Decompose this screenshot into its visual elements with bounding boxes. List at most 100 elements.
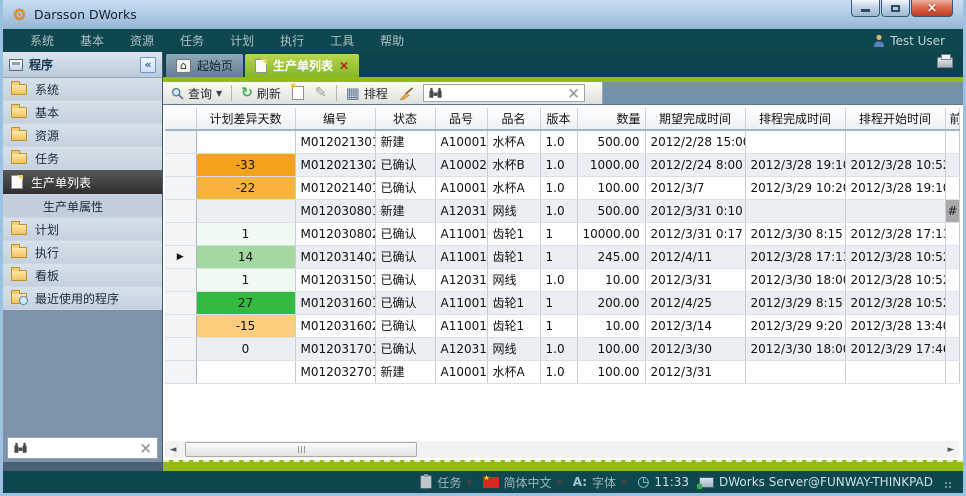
sidebar-item[interactable]: 任务 xyxy=(3,147,162,170)
row-selector[interactable] xyxy=(165,199,196,222)
column-header-item_name[interactable]: 品名 xyxy=(487,108,540,130)
table-row[interactable]: M012030801新建A12031网线1.0500.002012/3/31 0… xyxy=(165,199,959,222)
cell-status: 新建 xyxy=(375,199,435,222)
table-row[interactable]: -22M012021401已确认A10001水杯A1.0100.002012/3… xyxy=(165,176,959,199)
toolbar-search-input[interactable] xyxy=(447,86,563,100)
cell-qty: 10.00 xyxy=(577,268,645,291)
scrollbar-thumb[interactable] xyxy=(185,442,417,457)
status-language[interactable]: 简体中文 ▼ xyxy=(483,474,563,491)
sidebar-item[interactable]: 系统 xyxy=(3,78,162,101)
table-row[interactable]: M012021301新建A10001水杯A1.0500.002012/2/28 … xyxy=(165,130,959,153)
close-button[interactable]: × xyxy=(911,0,953,17)
sidebar-item[interactable]: 生产单列表 xyxy=(3,170,162,195)
cell-sched_end: 2012/3/30 8:15 xyxy=(745,222,845,245)
language-caret-icon: ▼ xyxy=(557,478,563,487)
minimize-button[interactable] xyxy=(851,0,880,17)
cell-diff: -33 xyxy=(196,153,295,176)
table-row[interactable]: 1M012031501已确认A12031网线1.010.002012/3/312… xyxy=(165,268,959,291)
refresh-button[interactable]: ↻ 刷新 xyxy=(237,84,285,103)
sidebar-collapse-button[interactable]: « xyxy=(140,57,156,73)
sidebar-item[interactable]: 计划 xyxy=(3,218,162,241)
table-row[interactable]: M012032701新建A10001水杯A1.0100.002012/3/31 xyxy=(165,360,959,383)
clean-button[interactable] xyxy=(395,86,418,101)
tab-production-orders[interactable]: 生产单列表 ✕ xyxy=(245,54,359,77)
main-panel: ⌂ 起始页 生产单列表 ✕ 查询 xyxy=(163,52,963,471)
menu-item[interactable]: 工具 xyxy=(317,32,367,49)
column-header-no[interactable]: 编号 xyxy=(295,108,375,130)
table-row[interactable]: -15M012031602已确认A11001齿轮1110.002012/3/14… xyxy=(165,314,959,337)
row-selector[interactable] xyxy=(165,176,196,199)
scroll-right-icon[interactable]: ► xyxy=(943,445,959,455)
sidebar-item[interactable]: 生产单属性 xyxy=(3,195,162,218)
column-header-ver[interactable]: 版本 xyxy=(540,108,577,130)
cell-sched_start: 2012/3/28 10:52 xyxy=(845,153,945,176)
column-header-extra[interactable]: 前 xyxy=(945,108,959,130)
row-selector[interactable] xyxy=(165,130,196,153)
query-button[interactable]: 查询 ▼ xyxy=(167,84,226,103)
current-user[interactable]: Test User xyxy=(873,34,949,48)
menu-item[interactable]: 基本 xyxy=(67,32,117,49)
row-selector[interactable] xyxy=(165,222,196,245)
column-header-qty[interactable]: 数量 xyxy=(577,108,645,130)
tab-home-label: 起始页 xyxy=(197,57,233,74)
column-header-diff[interactable]: 计划差异天数 xyxy=(196,108,295,130)
sidebar-item[interactable]: 执行 xyxy=(3,241,162,264)
column-header-status[interactable]: 状态 xyxy=(375,108,435,130)
scrollbar-track[interactable] xyxy=(181,441,943,458)
sidebar-item[interactable]: 最近使用的程序 xyxy=(3,287,162,310)
column-header-item_no[interactable]: 品号 xyxy=(435,108,487,130)
new-button[interactable] xyxy=(288,85,308,101)
horizontal-scrollbar[interactable]: ◄ ► xyxy=(165,441,959,458)
row-selector[interactable] xyxy=(165,153,196,176)
sidebar-item-label: 执行 xyxy=(35,244,59,261)
cell-item_no: A10001 xyxy=(435,360,487,383)
tab-home[interactable]: ⌂ 起始页 xyxy=(166,54,243,77)
table-row[interactable]: 1M012030802已确认A11001齿轮1110000.002012/3/3… xyxy=(165,222,959,245)
table-row[interactable]: 27M012031601已确认A11001齿轮11200.002012/4/25… xyxy=(165,291,959,314)
sidebar-header: 程序 « xyxy=(3,52,162,78)
sidebar-item[interactable]: 看板 xyxy=(3,264,162,287)
current-row-indicator[interactable]: ▶ xyxy=(165,245,196,268)
resize-grip[interactable] xyxy=(945,482,953,490)
status-task[interactable]: 任务 ▼ xyxy=(420,474,472,491)
menu-item[interactable]: 计划 xyxy=(217,32,267,49)
row-selector[interactable] xyxy=(165,337,196,360)
menu-item[interactable]: 资源 xyxy=(117,32,167,49)
toolbar-search-clear-icon[interactable]: × xyxy=(567,86,580,101)
sidebar-search-input[interactable] xyxy=(33,441,134,455)
sidebar-search-row: × xyxy=(3,434,162,462)
folder-icon xyxy=(11,130,27,141)
printer-icon[interactable] xyxy=(937,57,953,68)
edit-button[interactable]: ✎ xyxy=(311,85,331,101)
status-font[interactable]: A: 字体 ▼ xyxy=(573,474,627,491)
grid-body: M012021301新建A10001水杯A1.0500.002012/2/28 … xyxy=(165,130,959,383)
schedule-label: 排程 xyxy=(364,85,388,102)
sidebar-item[interactable]: 资源 xyxy=(3,124,162,147)
table-row[interactable]: ▶14M012031402已确认A11001齿轮11245.002012/4/1… xyxy=(165,245,959,268)
schedule-button[interactable]: ▦ 排程 xyxy=(342,84,392,103)
column-header-sched_end[interactable]: 排程完成时间 xyxy=(745,108,845,130)
row-selector[interactable] xyxy=(165,268,196,291)
row-selector[interactable] xyxy=(165,291,196,314)
maximize-button[interactable] xyxy=(881,0,910,17)
column-header-due[interactable]: 期望完成时间 xyxy=(645,108,745,130)
sidebar-bottom-strip xyxy=(3,462,162,471)
row-selector[interactable] xyxy=(165,360,196,383)
table-row[interactable]: -33M012021302已确认A10002水杯B1.01000.002012/… xyxy=(165,153,959,176)
sidebar-item[interactable]: 基本 xyxy=(3,101,162,124)
menu-item[interactable]: 执行 xyxy=(267,32,317,49)
sidebar-items: 系统基本资源任务生产单列表生产单属性计划执行看板最近使用的程序 xyxy=(3,78,162,310)
tab-close-icon[interactable]: ✕ xyxy=(339,60,349,72)
row-selector[interactable] xyxy=(165,314,196,337)
menu-item[interactable]: 系统 xyxy=(17,32,67,49)
cell-qty: 1000.00 xyxy=(577,153,645,176)
sidebar-item-label: 生产单属性 xyxy=(43,198,103,215)
cell-ver: 1.0 xyxy=(540,130,577,153)
menu-item[interactable]: 帮助 xyxy=(367,32,417,49)
menu-item[interactable]: 任务 xyxy=(167,32,217,49)
sidebar-search-clear-icon[interactable]: × xyxy=(139,441,152,456)
table-row[interactable]: 0M012031701已确认A12031网线1.0100.002012/3/30… xyxy=(165,337,959,360)
column-header-sched_start[interactable]: 排程开始时间 xyxy=(845,108,945,130)
column-header-sel[interactable] xyxy=(165,108,196,130)
scroll-left-icon[interactable]: ◄ xyxy=(165,445,181,455)
